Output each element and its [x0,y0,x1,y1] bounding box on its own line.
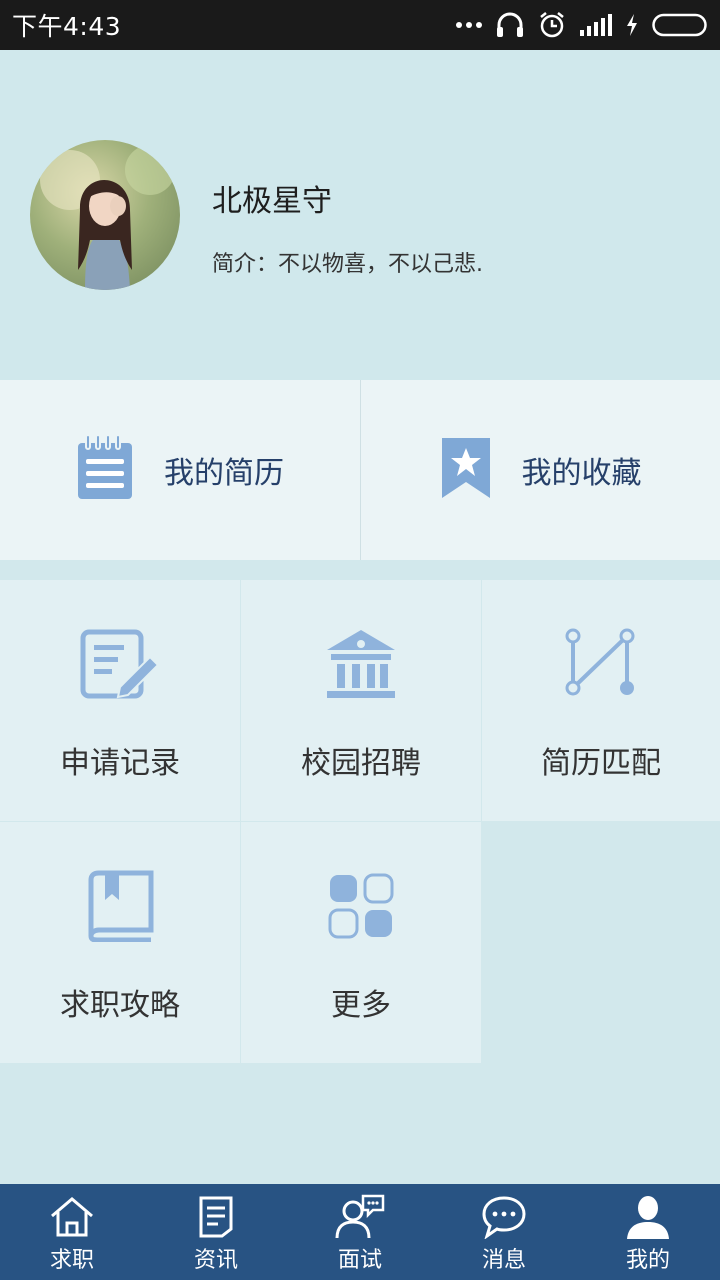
user-bio: 简介：不以物喜，不以己悲. [212,252,483,277]
status-icons [456,11,708,39]
job-guide-label: 求职攻略 [60,988,180,1023]
username: 北极星守 [212,184,332,219]
nav-label-interview: 面试 [337,1248,382,1273]
interview-icon [335,1194,385,1240]
top-tiles: 我的简历 我的收藏 [0,380,720,560]
nav-item-jobs[interactable]: 求职 [0,1184,144,1280]
my-favorites-tile[interactable]: 我的收藏 [360,380,720,560]
nav-label-mine: 我的 [625,1248,670,1273]
edit-document-icon [80,628,160,700]
feature-grid: 申请记录 校园招聘 简历匹配 求职攻略 更多 [0,580,720,1063]
nav-item-mine[interactable]: 我的 [576,1184,720,1280]
bookmark-star-icon [440,436,492,504]
headset-icon [496,12,524,38]
status-time: 下午4:43 [12,12,122,41]
avatar[interactable] [30,140,180,290]
more-dots-icon [456,21,482,29]
nav-label-messages: 消息 [481,1248,526,1273]
user-icon [625,1194,671,1240]
institution-icon [325,628,397,700]
resume-match-tile[interactable]: 简历匹配 [482,580,720,821]
bottom-nav: 求职 资讯 面试 消息 我的 [0,1184,720,1280]
more-label: 更多 [331,988,391,1023]
profile-header: 北极星守 简介：不以物喜，不以己悲. [0,50,720,380]
match-path-icon [565,628,637,700]
battery-icon [652,13,708,37]
chat-bubble-icon [481,1194,527,1240]
campus-recruitment-tile[interactable]: 校园招聘 [241,580,481,821]
campus-recruitment-label: 校园招聘 [301,746,421,781]
job-guide-tile[interactable]: 求职攻略 [0,822,240,1063]
nav-item-news[interactable]: 资讯 [144,1184,288,1280]
notepad-icon [76,434,134,505]
my-favorites-label: 我的收藏 [521,456,642,491]
more-tile[interactable]: 更多 [241,822,481,1063]
application-records-tile[interactable]: 申请记录 [0,580,240,821]
nav-label-news: 资讯 [193,1248,238,1273]
status-bar: 下午4:43 [0,0,720,50]
nav-label-jobs: 求职 [49,1248,94,1273]
application-records-label: 申请记录 [60,746,180,781]
my-resume-label: 我的简历 [164,456,284,491]
resume-match-label: 简历匹配 [541,746,661,781]
news-icon [198,1194,234,1240]
nav-item-interview[interactable]: 面试 [288,1184,432,1280]
alarm-icon [538,11,566,39]
more-apps-icon [328,870,394,942]
nav-item-messages[interactable]: 消息 [432,1184,576,1280]
my-resume-tile[interactable]: 我的简历 [0,380,360,560]
home-icon [49,1194,95,1240]
book-icon [85,870,155,942]
signal-icon [580,14,612,36]
charging-icon [626,14,638,36]
